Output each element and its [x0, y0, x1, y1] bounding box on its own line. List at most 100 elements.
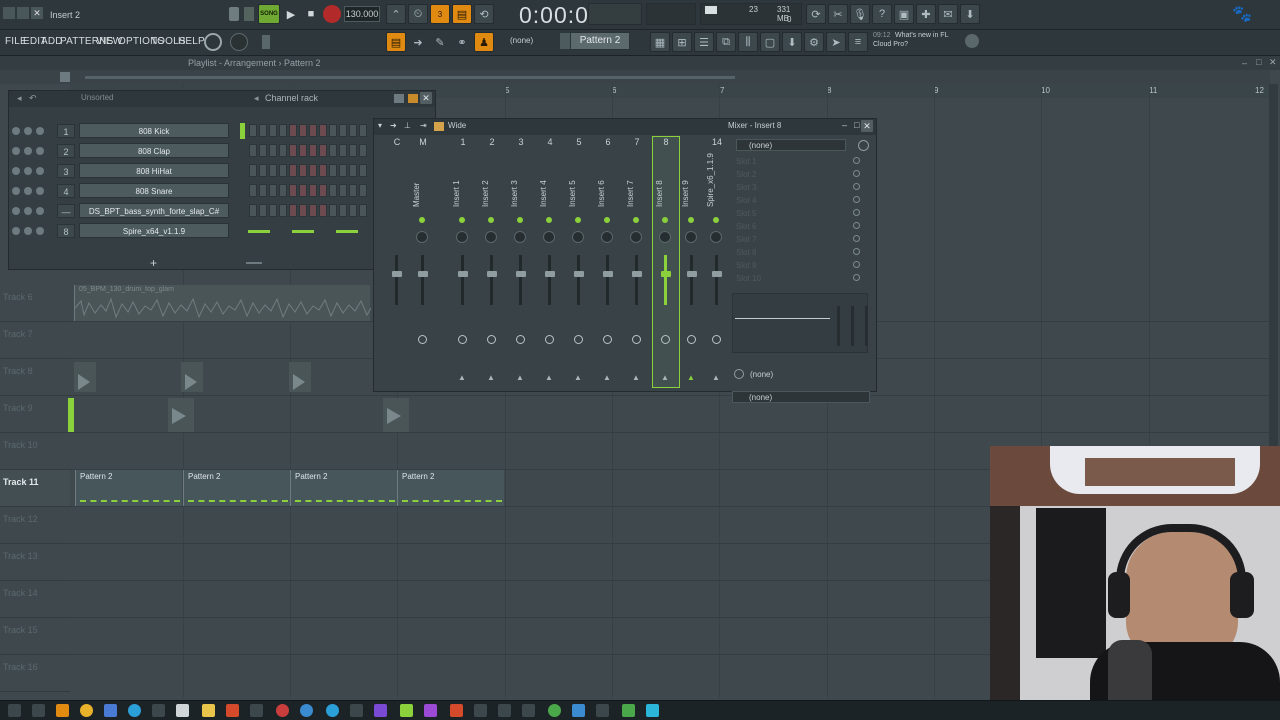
step-button[interactable]: [309, 144, 317, 157]
step-button[interactable]: [359, 184, 367, 197]
step-button[interactable]: [359, 204, 367, 217]
channel-number[interactable]: 2: [57, 144, 75, 158]
track-header-active[interactable]: Track 11: [0, 470, 70, 507]
send-arrow-icon[interactable]: ▲: [632, 373, 640, 382]
mixer-icon[interactable]: ⫼: [738, 32, 758, 52]
cloud-icon[interactable]: [965, 34, 979, 48]
step-button[interactable]: [309, 204, 317, 217]
eq-slider[interactable]: [851, 306, 854, 346]
pattern-clip[interactable]: Pattern 2: [290, 470, 397, 506]
tempo-slider[interactable]: [262, 35, 270, 49]
step-button[interactable]: [299, 204, 307, 217]
step-button[interactable]: [289, 124, 297, 137]
step-button[interactable]: [279, 204, 287, 217]
app-icon[interactable]: [104, 704, 117, 717]
add-channel-button[interactable]: +: [150, 256, 157, 270]
step-button[interactable]: [339, 144, 347, 157]
sync-icon[interactable]: ➤: [826, 32, 846, 52]
fader-handle[interactable]: [603, 271, 613, 277]
step-button[interactable]: [249, 204, 257, 217]
fader-track[interactable]: [548, 255, 551, 305]
pan-knob[interactable]: [543, 231, 555, 243]
fader-handle[interactable]: [418, 271, 428, 277]
browser-icon[interactable]: ▢: [760, 32, 780, 52]
track-header[interactable]: Track 14: [0, 581, 70, 618]
hint-text-line-1[interactable]: What's new in FL: [895, 32, 948, 39]
app-icon[interactable]: [326, 704, 339, 717]
step-button[interactable]: [259, 144, 267, 157]
step-button[interactable]: [339, 124, 347, 137]
fader-track[interactable]: [395, 255, 398, 305]
track-header[interactable]: Track 15: [0, 618, 70, 655]
route-knob[interactable]: [661, 335, 670, 344]
plugin-icon[interactable]: ✚: [916, 4, 936, 24]
playlist-tool-icon[interactable]: ▤: [386, 32, 406, 52]
slot-enable-led[interactable]: [853, 209, 860, 216]
channel-number[interactable]: —: [57, 204, 75, 218]
effect-slot[interactable]: Slot 7: [736, 235, 861, 247]
mode-toggle[interactable]: [244, 7, 254, 21]
slot-enable-led[interactable]: [853, 261, 860, 268]
step-button[interactable]: [269, 144, 277, 157]
volume-knob[interactable]: [36, 147, 44, 155]
track-header[interactable]: Track 7: [0, 322, 70, 359]
eq-slider[interactable]: [837, 306, 840, 346]
selected-clip-marker[interactable]: [68, 398, 74, 432]
cascade-icon[interactable]: ⧉: [716, 32, 736, 52]
route-knob[interactable]: [516, 335, 525, 344]
app-icon[interactable]: [646, 704, 659, 717]
pan-knob[interactable]: [685, 231, 697, 243]
effect-slot[interactable]: Slot 2: [736, 170, 861, 182]
step-button[interactable]: [309, 184, 317, 197]
pan-knob[interactable]: [601, 231, 613, 243]
eq-output[interactable]: (none): [750, 370, 773, 379]
app-icon[interactable]: [250, 704, 263, 717]
send-arrow-icon[interactable]: ▲: [603, 373, 611, 382]
effect-slot[interactable]: Slot 5: [736, 209, 861, 221]
route-knob[interactable]: [574, 335, 583, 344]
countdown-icon[interactable]: 3: [430, 4, 450, 24]
slot-enable-led[interactable]: [853, 222, 860, 229]
route-knob[interactable]: [487, 335, 496, 344]
stamp-icon[interactable]: ♟: [474, 32, 494, 52]
folder-icon[interactable]: [202, 704, 215, 717]
playlist-close-icon[interactable]: ✕: [1269, 57, 1277, 68]
step-button[interactable]: [299, 164, 307, 177]
playlist-menu-icon[interactable]: [60, 72, 70, 82]
step-button[interactable]: [329, 124, 337, 137]
effect-slot[interactable]: Slot 4: [736, 196, 861, 208]
step-button[interactable]: [249, 144, 257, 157]
fader-handle[interactable]: [458, 271, 468, 277]
mute-led[interactable]: [12, 207, 20, 215]
strip-enable-led[interactable]: [713, 217, 719, 223]
send-arrow-icon[interactable]: ▲: [687, 373, 695, 382]
step-button[interactable]: [249, 124, 257, 137]
route-knob[interactable]: [545, 335, 554, 344]
mixer-strip[interactable]: 1 Insert 1 ▲: [450, 137, 476, 387]
mute-led[interactable]: [12, 147, 20, 155]
slot-enable-led[interactable]: [853, 183, 860, 190]
step-button[interactable]: [269, 204, 277, 217]
channel-selected-indicator[interactable]: [240, 123, 245, 139]
pattern-selector[interactable]: Pattern 2: [570, 32, 630, 50]
step-button[interactable]: [319, 124, 327, 137]
chevron-icon[interactable]: ◂: [254, 93, 259, 104]
route-knob[interactable]: [418, 335, 427, 344]
step-button[interactable]: [289, 164, 297, 177]
mixer-strip[interactable]: 5 Insert 5 ▲: [566, 137, 592, 387]
strip-enable-led[interactable]: [393, 217, 399, 223]
send-arrow-icon[interactable]: ▲: [545, 373, 553, 382]
step-button[interactable]: [289, 184, 297, 197]
mute-led[interactable]: [12, 187, 20, 195]
loop-record-icon[interactable]: ⟲: [474, 4, 494, 24]
effect-slot[interactable]: Slot 3: [736, 183, 861, 195]
step-button[interactable]: [319, 144, 327, 157]
audio-clip[interactable]: 05_BPM_130_drum_top_glam: [74, 285, 371, 321]
fader-handle[interactable]: [632, 271, 642, 277]
app-icon[interactable]: [152, 704, 165, 717]
sample-clip[interactable]: [289, 362, 311, 392]
plugin-database-icon[interactable]: ⬇: [782, 32, 802, 52]
fader-handle[interactable]: [574, 271, 584, 277]
channel-number[interactable]: 8: [57, 224, 75, 238]
pan-knob[interactable]: [572, 231, 584, 243]
